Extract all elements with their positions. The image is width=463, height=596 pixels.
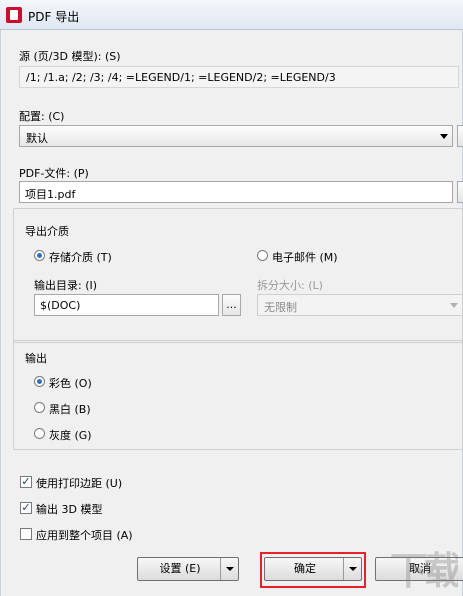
storage-radio[interactable]	[34, 250, 45, 261]
export-3d-label[interactable]: 输出 3D 模型	[36, 501, 102, 517]
output-dir-label: 输出目录: (I)	[34, 279, 98, 292]
export-3d-checkbox[interactable]: ✓	[20, 502, 32, 514]
settings-button[interactable]: 设置 (E)	[137, 557, 239, 581]
email-label[interactable]: 电子邮件 (M)	[272, 249, 338, 265]
bw-label[interactable]: 黑白 (B)	[49, 401, 91, 417]
chevron-down-icon	[450, 303, 458, 308]
output-title: 输出	[25, 352, 47, 365]
ok-button-label: 确定	[294, 562, 316, 575]
window-title: PDF 导出	[28, 10, 80, 24]
split-size-select[interactable]: 无限制	[257, 294, 463, 316]
apply-project-checkbox[interactable]	[20, 528, 32, 540]
pdf-file-browse-button[interactable]	[457, 181, 463, 203]
storage-label[interactable]: 存储介质 (T)	[49, 249, 112, 265]
pdf-file-label: PDF-文件: (P)	[19, 167, 89, 180]
output-dir-input[interactable]: $(DOC)	[34, 294, 219, 316]
export-media-group	[13, 208, 463, 343]
email-radio[interactable]	[257, 250, 268, 261]
bw-radio[interactable]	[34, 402, 45, 413]
chevron-down-icon	[440, 134, 448, 139]
source-label: 源 (页/3D 模型): (S)	[19, 50, 121, 63]
split-size-value: 无限制	[264, 301, 297, 314]
settings-button-label: 设置 (E)	[159, 562, 201, 575]
color-label[interactable]: 彩色 (O)	[49, 375, 92, 391]
title-bar: PDF 导出	[0, 0, 463, 30]
config-extra-button[interactable]	[457, 125, 463, 147]
ok-dropdown-icon[interactable]	[343, 558, 361, 580]
config-label: 配置: (C)	[19, 110, 65, 123]
settings-dropdown-icon[interactable]	[220, 558, 238, 580]
ok-button[interactable]: 确定	[264, 557, 362, 581]
pdf-file-input[interactable]: 项目1.pdf	[19, 181, 453, 203]
pdf-app-icon	[6, 7, 22, 23]
apply-project-label[interactable]: 应用到整个项目 (A)	[36, 527, 133, 543]
config-value: 默认	[26, 132, 48, 145]
gray-label[interactable]: 灰度 (G)	[49, 427, 92, 443]
source-value[interactable]: /1; /1.a; /2; /3; /4; =LEGEND/1; =LEGEND…	[19, 66, 459, 88]
gray-radio[interactable]	[34, 428, 45, 439]
output-dir-browse-button[interactable]: ...	[222, 294, 241, 316]
print-margin-label[interactable]: 使用打印边距 (U)	[36, 475, 122, 491]
export-media-title: 导出介质	[25, 225, 69, 238]
split-size-label: 拆分大小: (L)	[257, 279, 323, 292]
color-radio[interactable]	[34, 376, 45, 387]
print-margin-checkbox[interactable]: ✓	[20, 476, 32, 488]
config-select[interactable]: 默认	[19, 125, 453, 147]
dialog-body: 源 (页/3D 模型): (S) /1; /1.a; /2; /3; /4; =…	[0, 30, 463, 596]
site-watermark: 下载吧	[389, 548, 458, 593]
